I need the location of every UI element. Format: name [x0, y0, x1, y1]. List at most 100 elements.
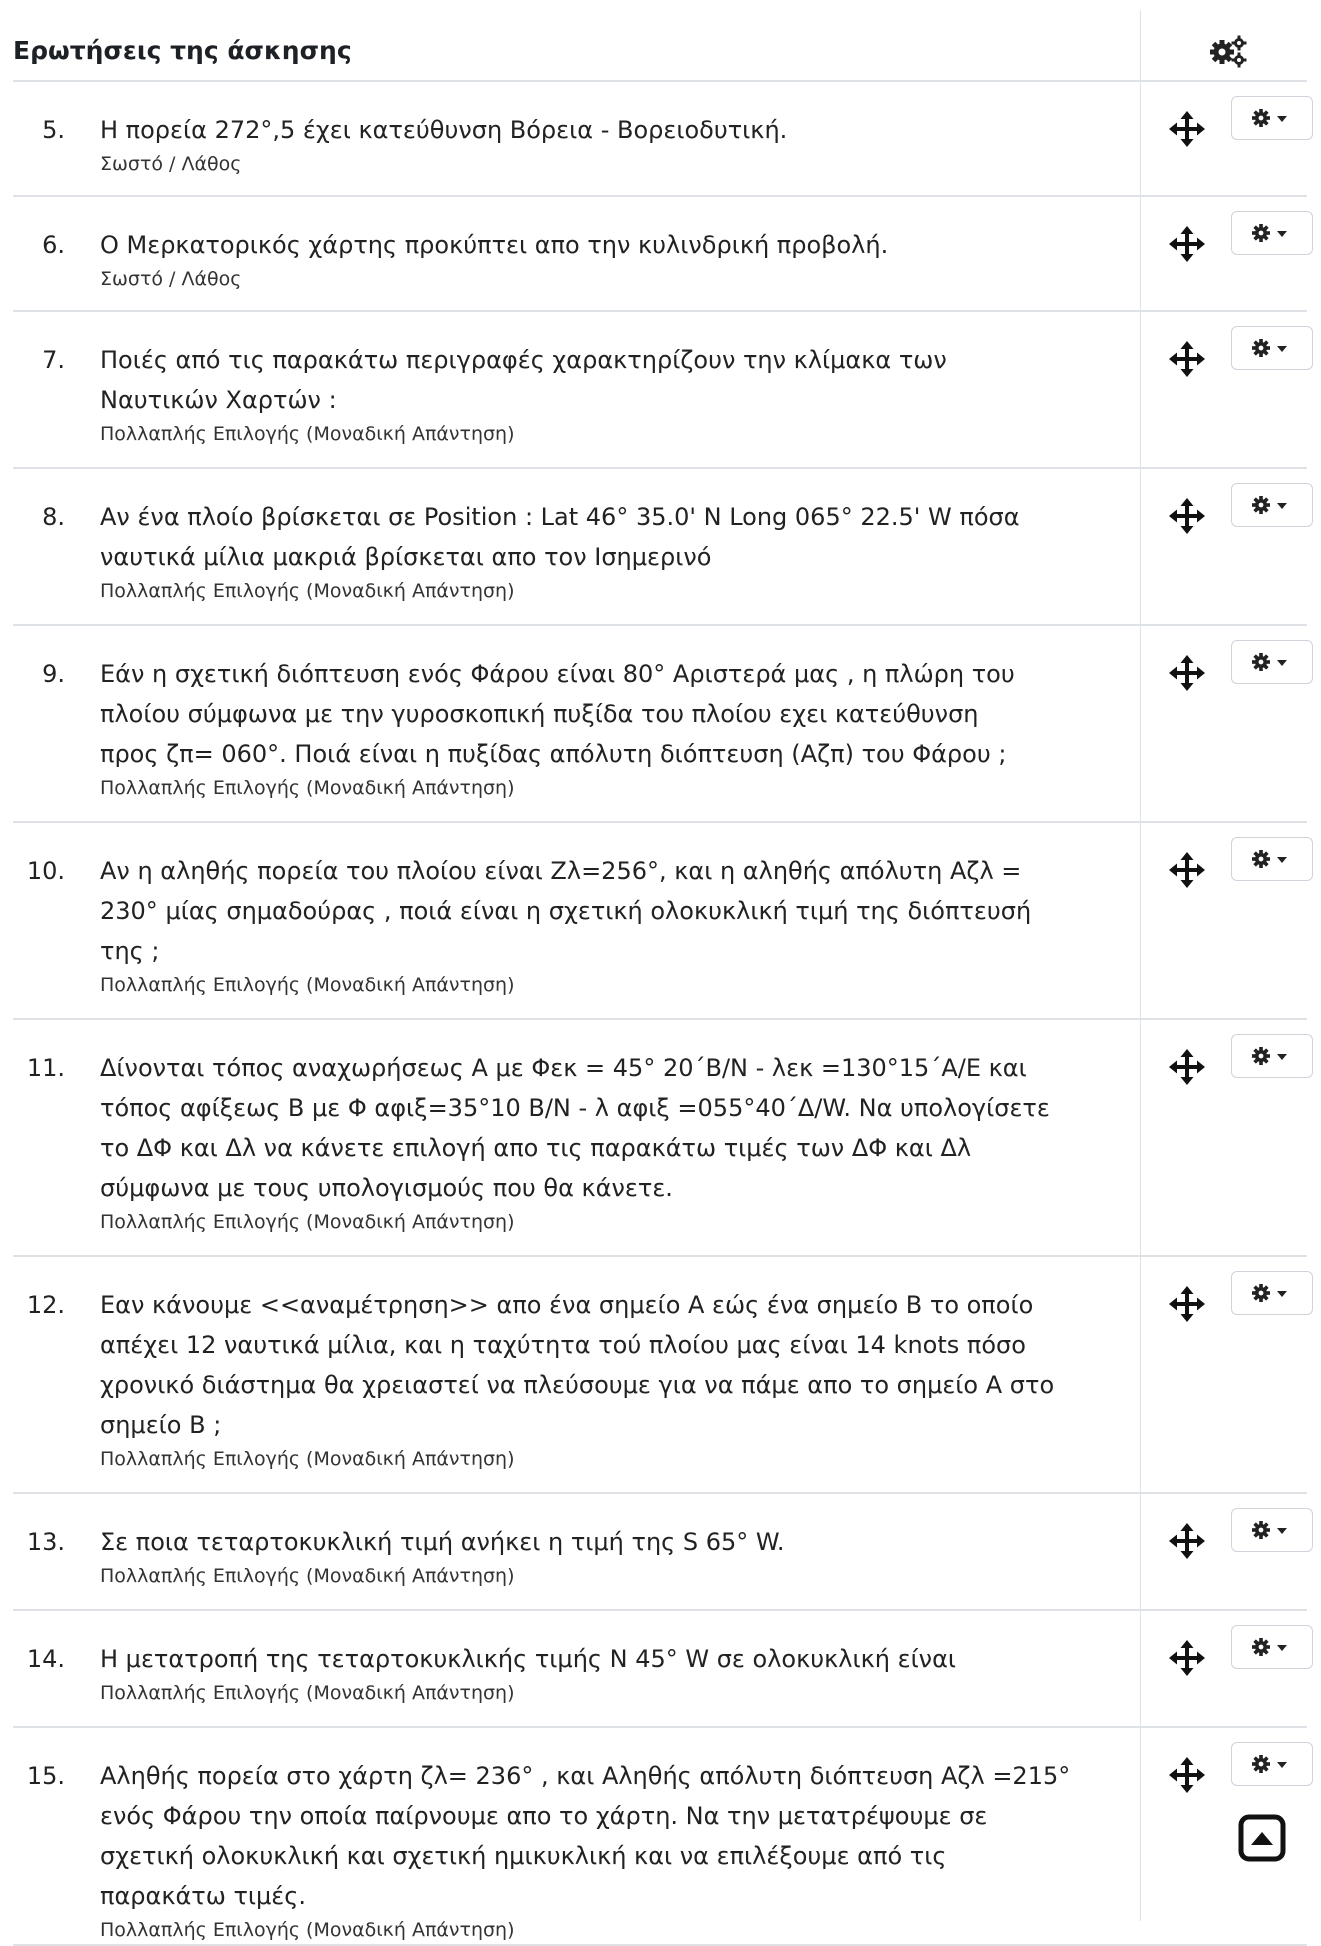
- question-text: Ποιές από τις παρακάτω περιγραφές χαρακτ…: [100, 340, 1145, 420]
- question-settings-button[interactable]: [1231, 1508, 1313, 1552]
- question-text-line: χρονικό διάστημα θα χρειαστεί να πλεύσου…: [100, 1371, 1055, 1399]
- question-row: 9. Εάν η σχετική διόπτευση ενός Φάρου είν…: [13, 626, 1313, 823]
- question-settings-button[interactable]: [1231, 211, 1313, 255]
- question-number: 9.: [42, 660, 65, 688]
- question-text-line: Η μετατροπή της τεταρτοκυκλικής τιμής N …: [100, 1645, 957, 1673]
- question-text-line: ναυτικά μίλια μακριά βρίσκεται απο τον Ι…: [100, 543, 712, 571]
- question-text-line: Σε ποια τεταρτοκυκλική τιμή ανήκει η τιμ…: [100, 1528, 785, 1556]
- question-text: Σε ποια τεταρτοκυκλική τιμή ανήκει η τιμ…: [100, 1522, 1145, 1562]
- question-text-line: Ναυτικών Χαρτών :: [100, 386, 337, 414]
- question-text-line: Αληθής πορεία στο χάρτη ζλ= 236° , και Α…: [100, 1762, 1071, 1790]
- question-text-line: Η πορεία 272°,5 έχει κατεύθυνση Βόρεια -…: [100, 116, 788, 144]
- question-settings-button[interactable]: [1231, 1625, 1313, 1669]
- question-number: 10.: [26, 857, 65, 885]
- question-settings-button[interactable]: [1231, 837, 1313, 881]
- question-number: 15.: [26, 1762, 65, 1790]
- question-settings-button[interactable]: [1231, 96, 1313, 140]
- question-type: Πολλαπλής Επιλογής (Μοναδική Απάντηση): [100, 974, 515, 996]
- gear-dropdown-icon: [1252, 1284, 1287, 1302]
- question-row: 15. Αληθής πορεία στο χάρτη ζλ= 236° , κα…: [13, 1728, 1313, 1946]
- question-row: 5. Η πορεία 272°,5 έχει κατεύθυνση Βόρεια…: [13, 82, 1313, 197]
- question-number: 11.: [26, 1054, 65, 1082]
- gear-dropdown-icon: [1252, 1047, 1287, 1065]
- question-text-line: σημείο Β ;: [100, 1411, 222, 1439]
- question-type: Πολλαπλής Επιλογής (Μοναδική Απάντηση): [100, 1565, 515, 1587]
- question-type: Σωστό / Λάθος: [100, 268, 242, 290]
- question-text-line: Ποιές από τις παρακάτω περιγραφές χαρακτ…: [100, 346, 947, 374]
- move-arrows-icon[interactable]: [1168, 497, 1206, 535]
- move-arrows-icon[interactable]: [1168, 851, 1206, 889]
- question-text-line: Εάν η σχετική διόπτευση ενός Φάρου είναι…: [100, 660, 1015, 688]
- question-text-line: σχετική ολοκυκλική και σχετική ημικυκλικ…: [100, 1842, 947, 1870]
- question-settings-button[interactable]: [1231, 1034, 1313, 1078]
- question-number: 13.: [26, 1528, 65, 1556]
- move-arrows-icon[interactable]: [1168, 110, 1206, 148]
- move-arrows-icon[interactable]: [1168, 340, 1206, 378]
- question-text: Εάν η σχετική διόπτευση ενός Φάρου είναι…: [100, 654, 1145, 774]
- question-text-line: τόπος αφίξεως Β με Φ αφιξ=35°10 Β/Ν - λ …: [100, 1094, 1050, 1122]
- gear-dropdown-icon: [1252, 496, 1287, 514]
- question-text-line: σύμφωνα με τους υπολογισμούς που θα κάνε…: [100, 1174, 673, 1202]
- question-type: Πολλαπλής Επιλογής (Μοναδική Απάντηση): [100, 423, 515, 445]
- gear-dropdown-icon: [1252, 1521, 1287, 1539]
- gears-icon[interactable]: [1208, 32, 1252, 70]
- question-number: 7.: [42, 346, 65, 374]
- question-text-line: Αν ένα πλοίο βρίσκεται σε Position : Lat…: [100, 503, 1020, 531]
- question-type: Πολλαπλής Επιλογής (Μοναδική Απάντηση): [100, 1682, 515, 1704]
- move-arrows-icon[interactable]: [1168, 1756, 1206, 1794]
- question-type: Πολλαπλής Επιλογής (Μοναδική Απάντηση): [100, 1448, 515, 1470]
- question-settings-button[interactable]: [1231, 1271, 1313, 1315]
- move-arrows-icon[interactable]: [1168, 1522, 1206, 1560]
- gear-dropdown-icon: [1252, 1755, 1287, 1773]
- questions-table: Ερωτήσεις της άσκησης 5. Η πορεία 272°,5…: [13, 10, 1313, 1946]
- move-arrows-icon[interactable]: [1168, 1285, 1206, 1323]
- question-list: 5. Η πορεία 272°,5 έχει κατεύθυνση Βόρεια…: [13, 82, 1313, 1946]
- question-row: 8. Αν ένα πλοίο βρίσκεται σε Position : L…: [13, 469, 1313, 626]
- question-text-line: 230° μίας σημαδούρας , ποιά είναι η σχετ…: [100, 897, 1032, 925]
- question-row: 6. Ο Μερκατορικός χάρτης προκύπτει απο τη…: [13, 197, 1313, 312]
- gear-dropdown-icon: [1252, 653, 1287, 671]
- question-number: 8.: [42, 503, 65, 531]
- question-number: 14.: [26, 1645, 65, 1673]
- gear-dropdown-icon: [1252, 1638, 1287, 1656]
- question-number: 5.: [42, 116, 65, 144]
- question-row: 7. Ποιές από τις παρακάτω περιγραφές χαρα…: [13, 312, 1313, 469]
- question-text: Εαν κάνουμε <<αναμέτρηση>> απο ένα σημεί…: [100, 1285, 1145, 1445]
- question-text: Η πορεία 272°,5 έχει κατεύθυνση Βόρεια -…: [100, 110, 1145, 150]
- question-text: Δίνονται τόπος αναχωρήσεως Α με Φεκ = 45…: [100, 1048, 1145, 1208]
- question-text-line: Δίνονται τόπος αναχωρήσεως Α με Φεκ = 45…: [100, 1054, 1027, 1082]
- question-settings-button[interactable]: [1231, 640, 1313, 684]
- question-settings-button[interactable]: [1231, 326, 1313, 370]
- gear-dropdown-icon: [1252, 850, 1287, 868]
- gear-dropdown-icon: [1252, 224, 1287, 242]
- question-number: 12.: [26, 1291, 65, 1319]
- gear-dropdown-icon: [1252, 339, 1287, 357]
- gear-dropdown-icon: [1252, 109, 1287, 127]
- question-settings-button[interactable]: [1231, 483, 1313, 527]
- question-settings-button[interactable]: [1231, 1742, 1313, 1786]
- table-header: Ερωτήσεις της άσκησης: [13, 10, 1307, 82]
- move-arrows-icon[interactable]: [1168, 1639, 1206, 1677]
- question-type: Πολλαπλής Επιλογής (Μοναδική Απάντηση): [100, 777, 515, 799]
- question-text-line: πλοίου σύμφωνα με την γυροσκοπική πυξίδα…: [100, 700, 979, 728]
- question-text: Αν ένα πλοίο βρίσκεται σε Position : Lat…: [100, 497, 1145, 577]
- question-row: 10. Αν η αληθής πορεία του πλοίου είναι Ζ…: [13, 823, 1313, 1020]
- question-text-line: απέχει 12 ναυτικά μίλια, και η ταχύτητα …: [100, 1331, 1026, 1359]
- question-row: 14. Η μετατροπή της τεταρτοκυκλικής τιμής…: [13, 1611, 1313, 1728]
- question-text: Αληθής πορεία στο χάρτη ζλ= 236° , και Α…: [100, 1756, 1145, 1916]
- question-text: Αν η αληθής πορεία του πλοίου είναι Ζλ=2…: [100, 851, 1145, 971]
- question-text-line: Ο Μερκατορικός χάρτης προκύπτει απο την …: [100, 231, 889, 259]
- back-to-top-button[interactable]: [1238, 1814, 1286, 1862]
- question-text-line: προς ζπ= 060°. Ποιά είναι η πυξίδας απόλ…: [100, 740, 1007, 768]
- move-arrows-icon[interactable]: [1168, 1048, 1206, 1086]
- move-arrows-icon[interactable]: [1168, 654, 1206, 692]
- question-type: Πολλαπλής Επιλογής (Μοναδική Απάντηση): [100, 1211, 515, 1233]
- question-type: Σωστό / Λάθος: [100, 153, 242, 175]
- question-text-line: το ΔΦ και Δλ να κάνετε επιλογή απο τις π…: [100, 1134, 972, 1162]
- question-row: 12. Εαν κάνουμε <<αναμέτρηση>> απο ένα ση…: [13, 1257, 1313, 1494]
- question-text-line: ενός Φάρου την οποία παίρνουμε απο το χά…: [100, 1802, 988, 1830]
- move-arrows-icon[interactable]: [1168, 225, 1206, 263]
- question-type: Πολλαπλής Επιλογής (Μοναδική Απάντηση): [100, 580, 515, 602]
- question-text: Ο Μερκατορικός χάρτης προκύπτει απο την …: [100, 225, 1145, 265]
- question-number: 6.: [42, 231, 65, 259]
